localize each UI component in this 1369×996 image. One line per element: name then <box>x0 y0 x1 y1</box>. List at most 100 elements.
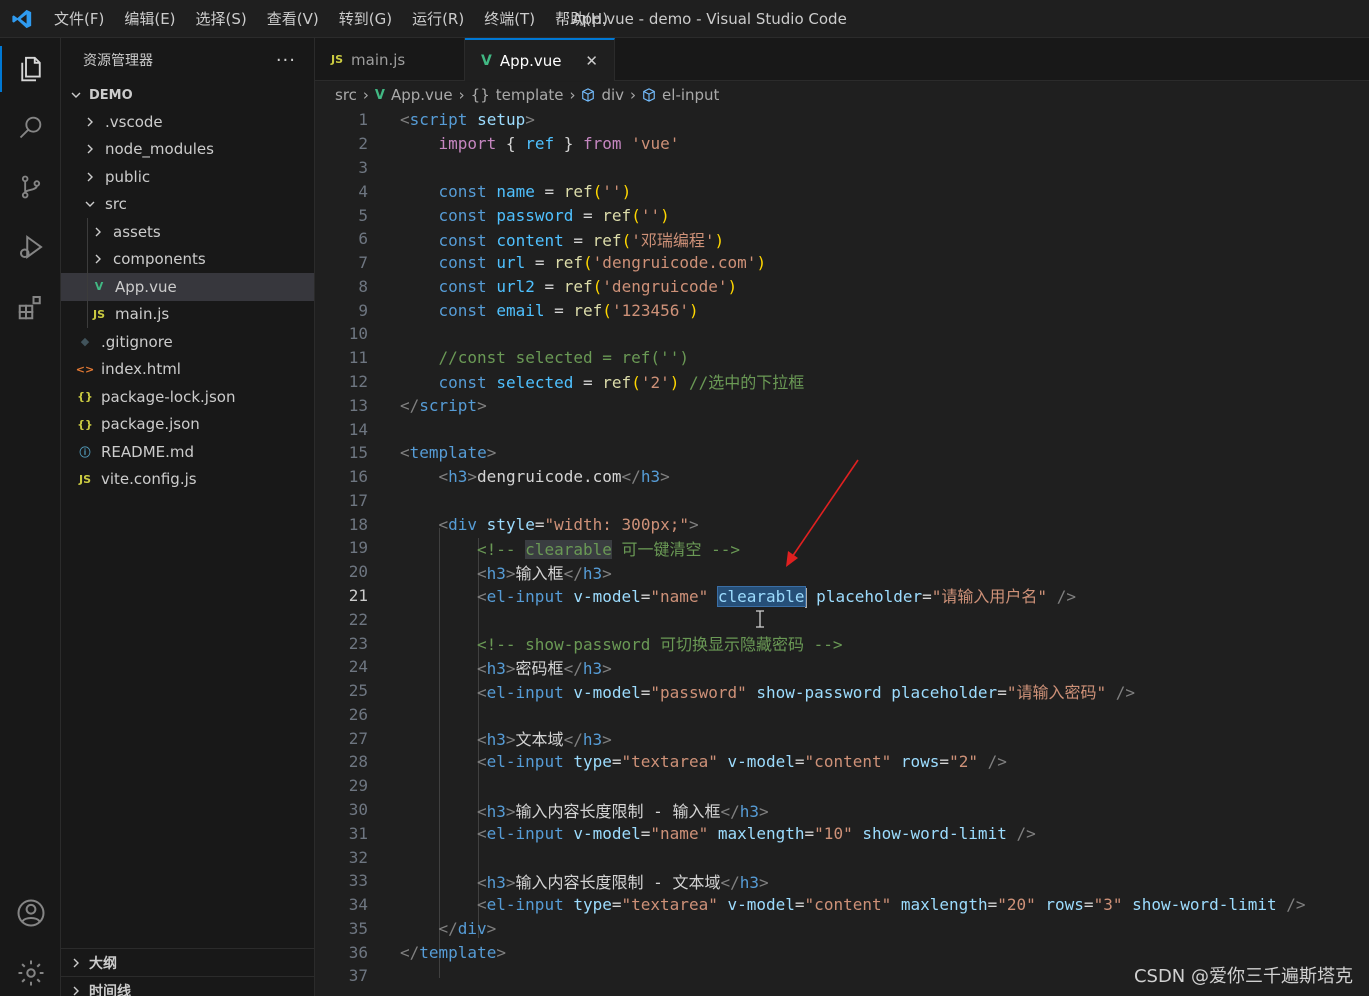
code-token: </ <box>438 918 458 938</box>
tree-item[interactable]: ⓘ README.md <box>61 438 314 466</box>
timeline-label: 时间线 <box>89 983 131 996</box>
code-token: "textarea" <box>621 752 718 772</box>
code-token: h3 <box>486 563 506 583</box>
breadcrumb-file[interactable]: App.vue <box>391 86 453 104</box>
code-token: ( <box>621 230 632 250</box>
menu-edit[interactable]: 编辑(E) <box>114 0 185 38</box>
code-token: "请输入密码" <box>1006 682 1107 702</box>
code-line: 33 <h3>输入内容长度限制 - 文本域</h3> <box>315 869 1369 893</box>
line-number: 34 <box>348 895 368 915</box>
code-line: 9 const email = ref('123456') <box>315 298 1369 322</box>
timeline-section[interactable]: 时间线 <box>61 976 315 996</box>
code-token: "name" <box>650 587 709 607</box>
code-token: < <box>438 514 449 534</box>
tree-item[interactable]: JS main.js <box>61 300 314 328</box>
code-token: > <box>486 443 497 463</box>
code-token: = <box>987 895 998 915</box>
code-token: ref <box>554 253 584 273</box>
code-text: <!-- clearable 可一键清空 --> <box>477 536 740 560</box>
tree-item[interactable]: node_modules <box>61 136 314 164</box>
code-token: ) <box>621 181 632 201</box>
menu-go[interactable]: 转到(G) <box>329 0 402 38</box>
code-line: 7 const url = ref('dengruicode.com') <box>315 251 1369 275</box>
accounts-icon[interactable] <box>0 884 61 942</box>
code-line: 30 <h3>输入内容长度限制 - 输入框</h3> <box>315 798 1369 822</box>
code-token: const <box>438 230 487 250</box>
source-control-icon[interactable] <box>0 158 61 216</box>
code-text: <el-input v-model="name" maxlength="10" … <box>477 824 1036 843</box>
code-text: import { ref } from 'vue' <box>439 134 680 153</box>
tree-item[interactable]: V App.vue <box>61 273 314 301</box>
close-tab-icon[interactable]: ✕ <box>585 52 598 70</box>
menu-run[interactable]: 运行(R) <box>402 0 474 38</box>
workspace-section[interactable]: DEMO <box>61 82 314 108</box>
code-token: ref <box>602 205 632 225</box>
breadcrumb-template[interactable]: template <box>496 86 564 104</box>
code-token: > <box>660 467 670 487</box>
workspace-name: DEMO <box>89 87 133 103</box>
code-line: 26 <box>315 703 1369 727</box>
code-token: ( <box>631 205 641 225</box>
code-token: } <box>554 134 584 154</box>
code-token: </ <box>563 658 583 678</box>
tree-item[interactable]: components <box>61 245 314 273</box>
chevron-right-icon: › <box>458 86 465 104</box>
tree-item[interactable]: ◆ .gitignore <box>61 328 314 356</box>
run-debug-icon[interactable] <box>0 218 61 276</box>
tree-item[interactable]: .vscode <box>61 108 314 136</box>
chevron-down-icon <box>67 89 85 101</box>
title-bar: 文件(F) 编辑(E) 选择(S) 查看(V) 转到(G) 运行(R) 终端(T… <box>0 0 1369 38</box>
menu-terminal[interactable]: 终端(T) <box>474 0 545 38</box>
code-token: 文本域 <box>515 730 564 750</box>
vue-file-icon: V <box>481 52 492 69</box>
code-token: h3 <box>486 730 506 750</box>
code-token: "20" <box>997 895 1036 915</box>
tree-item[interactable]: {} package-lock.json <box>61 383 314 411</box>
tree-item[interactable]: assets <box>61 218 314 246</box>
breadcrumb-div[interactable]: div <box>601 86 624 104</box>
code-token: script <box>409 110 468 130</box>
menu-file[interactable]: 文件(F) <box>44 0 114 38</box>
extensions-icon[interactable] <box>0 278 61 336</box>
code-token: > <box>496 942 506 962</box>
code-line: 34 <el-input type="textarea" v-model="con… <box>315 893 1369 917</box>
tree-item[interactable]: JS vite.config.js <box>61 466 314 494</box>
code-line: 1 <script setup> <box>315 108 1369 132</box>
code-text: <h3>密码框</h3> <box>477 655 612 679</box>
code-token: maxlength <box>708 823 805 843</box>
menu-selection[interactable]: 选择(S) <box>186 0 257 38</box>
code-text: <h3>输入框</h3> <box>477 560 612 584</box>
code-token: > <box>505 658 516 678</box>
code-token: < <box>477 872 487 892</box>
code-token: = <box>563 230 593 250</box>
menu-help[interactable]: 帮助(H) <box>545 0 618 38</box>
code-line: 10 <box>315 322 1369 346</box>
tree-item[interactable]: public <box>61 163 314 191</box>
explorer-icon[interactable] <box>0 40 61 98</box>
tree-item[interactable]: {} package.json <box>61 411 314 439</box>
breadcrumb-src[interactable]: src <box>335 86 357 104</box>
line-number: 3 <box>358 157 368 177</box>
line-number: 29 <box>348 776 368 796</box>
breadcrumb-el-input[interactable]: el-input <box>662 86 719 104</box>
settings-gear-icon[interactable] <box>0 944 61 996</box>
tab-main-js[interactable]: JS main.js <box>315 38 465 81</box>
code-token: style <box>477 514 535 534</box>
tab-label: main.js <box>351 50 406 69</box>
more-actions-icon[interactable]: ··· <box>276 50 296 71</box>
search-icon[interactable] <box>0 98 61 156</box>
code-token: v-model <box>563 682 641 702</box>
code-token: dengruicode.com <box>477 467 622 487</box>
outline-label: 大纲 <box>89 955 117 972</box>
code-text: <h3>dengruicode.com</h3> <box>439 467 670 486</box>
menu-view[interactable]: 查看(V) <box>257 0 329 38</box>
tab-app-vue[interactable]: V App.vue ✕ <box>465 38 615 81</box>
code-token: 'dengruicode' <box>602 276 728 296</box>
tree-item[interactable]: <> index.html <box>61 356 314 384</box>
code-line: 27 <h3>文本域</h3> <box>315 726 1369 750</box>
outline-section[interactable]: 大纲 <box>61 948 315 976</box>
code-token: selected <box>496 373 574 393</box>
tree-item[interactable]: src <box>61 191 314 219</box>
